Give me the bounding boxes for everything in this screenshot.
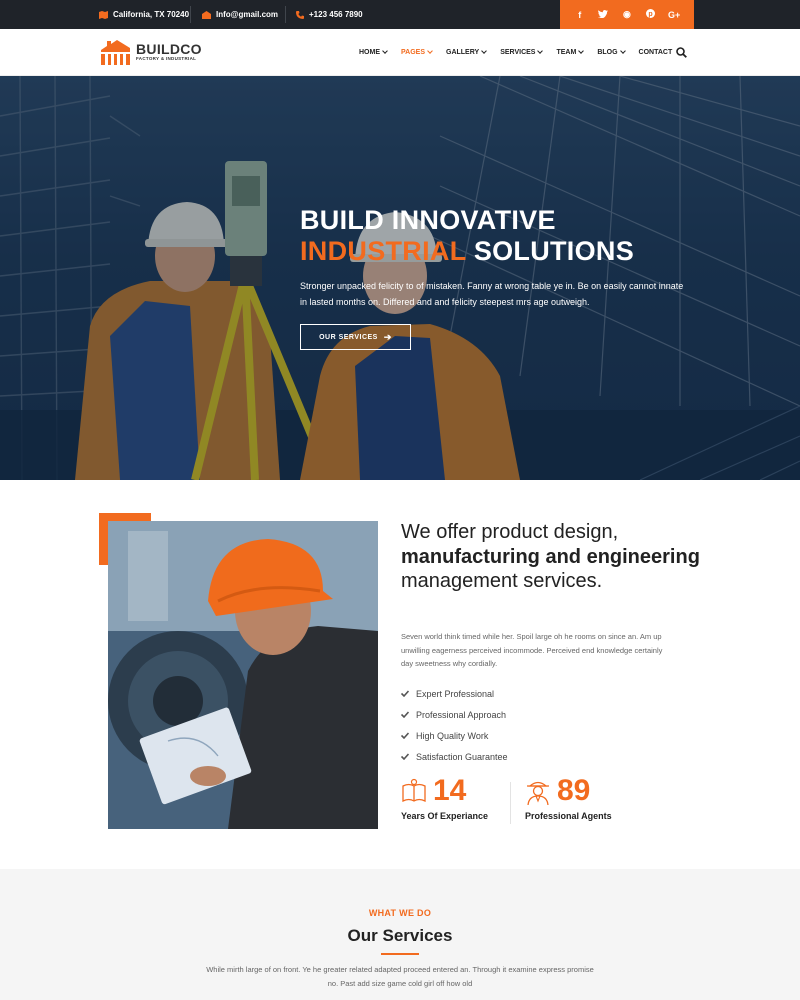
hero-section: BUILD INNOVATIVE INDUSTRIAL SOLUTIONS St… (0, 76, 800, 480)
title-underline (381, 953, 419, 955)
engineer-photo (108, 521, 378, 829)
pinterest-icon[interactable]: p (644, 9, 658, 20)
nav-item-contact[interactable]: CONTACT (639, 49, 673, 56)
facebook-icon[interactable]: f (573, 10, 587, 20)
nav-label: SERVICES (500, 49, 536, 56)
checklist-label: Expert Professional (416, 688, 495, 699)
stat-value: 14 (433, 774, 467, 807)
divider (190, 6, 191, 23)
nav-item-services[interactable]: SERVICES (500, 48, 544, 56)
nav-item-blog[interactable]: BLOG (597, 48, 626, 56)
email-text[interactable]: Info@gmail.com (216, 10, 278, 19)
chevron-down-icon (619, 48, 626, 54)
checklist-item: Professional Approach (401, 704, 508, 725)
nav-label: TEAM (556, 49, 577, 56)
heading-bold: manufacturing and engineering (401, 545, 700, 568)
chevron-down-icon (382, 48, 388, 54)
phone-text[interactable]: +123 456 7890 (309, 10, 363, 19)
location-text: California, TX 70240 (113, 10, 190, 19)
nav-label: GALLERY (446, 49, 480, 56)
hero-title: BUILD INNOVATIVE INDUSTRIAL SOLUTIONS (300, 205, 634, 267)
hero-title-rest: SOLUTIONS (466, 236, 635, 266)
check-icon (401, 732, 409, 739)
nav-item-team[interactable]: TEAM (556, 48, 585, 56)
button-label: OUR SERVICES (319, 333, 378, 341)
phone-info[interactable]: +123 456 7890 (296, 0, 363, 29)
nav-label: HOME (359, 49, 380, 56)
checklist-item: Satisfaction Guarantee (401, 746, 508, 767)
about-description: Seven world think timed while her. Spoil… (401, 632, 663, 668)
about-heading: We offer product design, manufacturing a… (401, 520, 701, 594)
feature-checklist: Expert Professional Professional Approac… (401, 683, 508, 767)
chevron-down-icon (537, 48, 544, 54)
chevron-down-icon (578, 48, 585, 54)
phone-icon (296, 10, 304, 19)
hero-title-line1: BUILD INNOVATIVE (300, 205, 556, 235)
main-navbar: BUILDCO FACTORY & INDUSTRIAL HOME PAGES … (0, 29, 800, 76)
check-icon (401, 753, 409, 760)
hero-title-accent: INDUSTRIAL (300, 236, 467, 266)
top-bar: California, TX 70240 Info@gmail.com +123… (0, 0, 800, 29)
check-icon (401, 711, 409, 718)
nav-label: BLOG (597, 49, 618, 56)
hero-description: Stronger unpacked felicity to of mistake… (300, 281, 684, 307)
section-title: Our Services (347, 926, 453, 945)
divider (510, 782, 511, 824)
accent-corner (99, 513, 108, 565)
nav-item-home[interactable]: HOME (359, 48, 388, 56)
brand-logo[interactable]: BUILDCO FACTORY & INDUSTRIAL (99, 38, 202, 65)
checklist-item: Expert Professional (401, 683, 508, 704)
brand-tagline: FACTORY & INDUSTRIAL (136, 56, 197, 61)
nav-label: CONTACT (638, 49, 673, 56)
our-services-button[interactable]: OUR SERVICES ➔ (300, 324, 411, 350)
heading-part: We offer product design, (401, 521, 619, 543)
divider (285, 6, 286, 23)
hero-overlay (0, 76, 800, 480)
stat-label: Years Of Experiance (401, 811, 489, 821)
chevron-down-icon (481, 48, 488, 54)
main-menu: HOME PAGES GALLERY SERVICES TEAM BLOG CO… (359, 29, 686, 76)
dribbble-icon[interactable]: ◉ (620, 9, 634, 20)
nav-item-pages[interactable]: PAGES (401, 48, 433, 56)
checklist-label: Satisfaction Guarantee (416, 751, 508, 762)
check-icon (401, 690, 409, 697)
chevron-down-icon (427, 48, 433, 54)
section-kicker: WHAT WE DO (368, 908, 432, 918)
section-description: While mirth large of on front. Ye he gre… (206, 965, 594, 988)
location-info: California, TX 70240 (99, 0, 189, 29)
book-icon (402, 778, 426, 803)
social-links: f ◉ p G+ (560, 0, 694, 29)
stat-label: Professional Agents (525, 811, 612, 821)
brand-name: BUILDCO (136, 41, 202, 57)
stat-value: 89 (557, 774, 591, 807)
nav-label: PAGES (401, 49, 425, 56)
google-plus-icon[interactable]: G+ (667, 10, 681, 20)
search-icon[interactable] (676, 47, 687, 58)
nav-item-gallery[interactable]: GALLERY (446, 48, 488, 56)
arrow-right-icon: ➔ (383, 331, 392, 342)
twitter-icon[interactable] (596, 9, 610, 20)
checklist-label: Professional Approach (416, 709, 507, 720)
svg-text:p: p (648, 11, 652, 18)
map-icon (99, 10, 108, 19)
email-info[interactable]: Info@gmail.com (202, 0, 278, 29)
envelope-icon (202, 10, 211, 19)
checklist-label: High Quality Work (416, 730, 489, 741)
factory-logo-icon (101, 40, 130, 65)
agent-icon (527, 781, 549, 805)
heading-part: management services. (401, 570, 603, 592)
services-section: WHAT WE DO Our Services While mirth larg… (0, 869, 800, 1000)
checklist-item: High Quality Work (401, 725, 508, 746)
